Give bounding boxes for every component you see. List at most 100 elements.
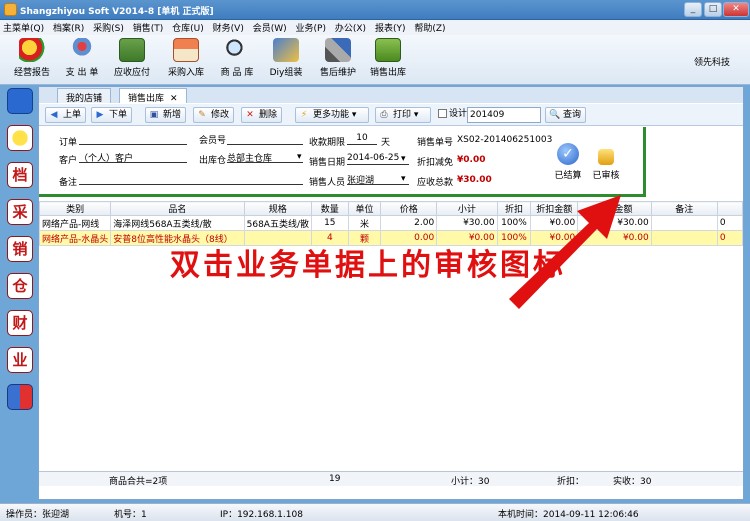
menu-main[interactable]: 主菜单(Q): [0, 20, 47, 35]
menu-business[interactable]: 业务(P): [293, 20, 329, 35]
cell-note: [650, 215, 718, 231]
seller-dropdown-icon[interactable]: ▾: [401, 174, 406, 184]
tab-strip: 我的店铺 销售出库 ✕: [39, 87, 743, 104]
menu-warehouse[interactable]: 仓库(U): [169, 20, 207, 35]
cell-name: 海泽网线568A五类线/散: [110, 215, 245, 231]
close-button[interactable]: ✕: [723, 2, 749, 17]
assembly-icon: [273, 38, 299, 62]
check-circle-icon: ✓: [557, 143, 579, 165]
title-bar: Shangzhiyou Soft V2014-8 [单机 正式版] _ □ ✕: [0, 0, 750, 20]
menu-finance[interactable]: 财务(V): [210, 20, 247, 35]
column-header[interactable]: 价格: [380, 201, 438, 216]
seller-label: 销售人员: [309, 178, 346, 188]
more-functions-button[interactable]: ⚡ 更多功能 ▾: [295, 107, 369, 123]
cell-category: 网络产品-网线: [38, 215, 112, 231]
house-icon: [173, 38, 199, 62]
next-button[interactable]: ▶ 下单: [91, 107, 133, 123]
menu-help[interactable]: 帮助(Z): [411, 20, 448, 35]
date-dropdown-icon[interactable]: ▾: [401, 154, 406, 164]
menu-archive[interactable]: 档案(R): [50, 20, 87, 35]
maximize-button[interactable]: □: [704, 2, 722, 17]
doc-number-label: 销售单号: [417, 138, 454, 148]
print-button[interactable]: ⎙ 打印 ▾: [375, 107, 431, 123]
customer-field[interactable]: （个人）客户: [79, 151, 187, 164]
customer-label: 客户: [59, 156, 78, 166]
column-header[interactable]: 规格: [243, 201, 313, 216]
arrow-right-icon: ▶: [96, 110, 104, 120]
warehouse-dropdown-icon[interactable]: ▾: [297, 152, 302, 162]
date-field[interactable]: 2014-06-25: [347, 153, 409, 165]
tab-my-store[interactable]: 我的店铺: [57, 88, 112, 104]
finance-icon[interactable]: 财: [7, 310, 33, 336]
cell-qty: 15: [311, 215, 349, 231]
toolbar-product-library[interactable]: 商 品 库: [211, 38, 263, 78]
days-field[interactable]: 10: [347, 133, 377, 145]
column-header[interactable]: [716, 201, 744, 216]
minimize-button[interactable]: _: [684, 2, 702, 17]
column-header[interactable]: 类别: [38, 201, 112, 216]
status-bar: 操作员：张迎湖 机号：1 IP：192.168.1.108 本机时间：2014-…: [0, 503, 750, 521]
disk-icon: ▣: [149, 110, 159, 120]
lightning-icon: ⚡: [300, 110, 308, 120]
cell-extra: 0: [716, 230, 744, 246]
days-label: 收款期限: [309, 138, 346, 148]
order-label: 订单: [59, 138, 78, 148]
tab-sales-out[interactable]: 销售出库 ✕: [119, 88, 187, 104]
arrow-left-icon: ◀: [50, 110, 58, 120]
member-field[interactable]: [227, 133, 303, 145]
window-title: Shangzhiyou Soft V2014-8 [单机 正式版]: [20, 7, 214, 17]
toolbar-purchase-in[interactable]: 采购入库: [160, 38, 212, 78]
app-logo-icon: [4, 3, 17, 16]
menu-report[interactable]: 报表(Y): [372, 20, 409, 35]
seller-select[interactable]: 张迎湖: [347, 173, 409, 186]
period-input[interactable]: 201409: [467, 107, 541, 123]
order-field[interactable]: [79, 133, 187, 145]
toolbar-after-sales[interactable]: 售后维护: [312, 38, 364, 78]
column-header[interactable]: 单位: [347, 201, 382, 216]
toolbar-expense-bill[interactable]: 支 出 单: [56, 38, 108, 78]
design-checkbox[interactable]: 设计: [435, 107, 471, 123]
toolbar-receivable-payable[interactable]: 应收应付: [106, 38, 158, 78]
note-field[interactable]: [79, 173, 303, 185]
business-icon[interactable]: 业: [7, 347, 33, 373]
person-pin-icon: [69, 38, 95, 62]
purchase-icon[interactable]: 采: [7, 199, 33, 225]
printer-icon: ⎙: [380, 110, 388, 120]
column-header[interactable]: 品名: [110, 201, 245, 216]
menu-bar: 主菜单(Q) 档案(R) 采购(S) 销售(T) 仓库(U) 财务(V) 会员(…: [0, 20, 750, 35]
new-button[interactable]: ▣ 新增: [145, 107, 187, 123]
status-time: 本机时间：2014-09-11 12:06:46: [498, 510, 639, 520]
summary-bar: 商品合共=2项 19 小计：30 折扣： 实收：30: [39, 471, 743, 487]
discount-value: ¥0.00: [457, 155, 486, 165]
toolbar-business-report[interactable]: 经营报告: [6, 38, 58, 78]
menu-sales[interactable]: 销售(T): [130, 20, 167, 35]
edit-button[interactable]: ✎ 修改: [193, 107, 235, 123]
exit-icon[interactable]: [7, 384, 33, 410]
column-header[interactable]: 数量: [311, 201, 349, 216]
menu-office[interactable]: 办公(X): [332, 20, 369, 35]
settled-stamp[interactable]: ✓ 已结算: [551, 143, 585, 181]
summary-subtotal: 小计：30: [451, 477, 490, 487]
audited-stamp[interactable]: 已审核: [589, 143, 623, 181]
column-header[interactable]: 备注: [650, 201, 718, 216]
flag-icon[interactable]: [7, 88, 33, 114]
bulb-icon[interactable]: [7, 125, 33, 151]
cell-spec: 568A五类线/散: [243, 215, 313, 231]
pie-chart-icon: [19, 38, 45, 62]
menu-purchase[interactable]: 采购(S): [90, 20, 127, 35]
delete-button[interactable]: ✕ 删除: [241, 107, 283, 123]
archive-icon[interactable]: 档: [7, 162, 33, 188]
query-button[interactable]: 🔍 查询: [545, 107, 587, 123]
menu-member[interactable]: 会员(W): [250, 20, 290, 35]
prev-button[interactable]: ◀ 上单: [45, 107, 87, 123]
main-toolbar: 经营报告 支 出 单 应收应付 采购入库 商 品 库 Diy组装 售后维护 销售…: [0, 35, 750, 85]
action-bar: ◀ 上单 ▶ 下单 ▣ 新增 ✎ 修改 ✕ 删除 ⚡ 更多功能 ▾ ⎙ 打印 ▾ 设计 201…: [39, 104, 743, 126]
toolbar-diy-assembly[interactable]: Diy组装: [260, 38, 312, 78]
sales-icon[interactable]: 销: [7, 236, 33, 262]
warehouse-icon[interactable]: 仓: [7, 273, 33, 299]
toolbar-sales-out[interactable]: 销售出库: [362, 38, 414, 78]
discount-label: 折扣减免: [417, 158, 454, 168]
cell-extra: 0: [716, 215, 744, 231]
warehouse-select[interactable]: 总部主仓库: [227, 151, 303, 164]
tab-close-icon[interactable]: ✕: [170, 94, 178, 104]
